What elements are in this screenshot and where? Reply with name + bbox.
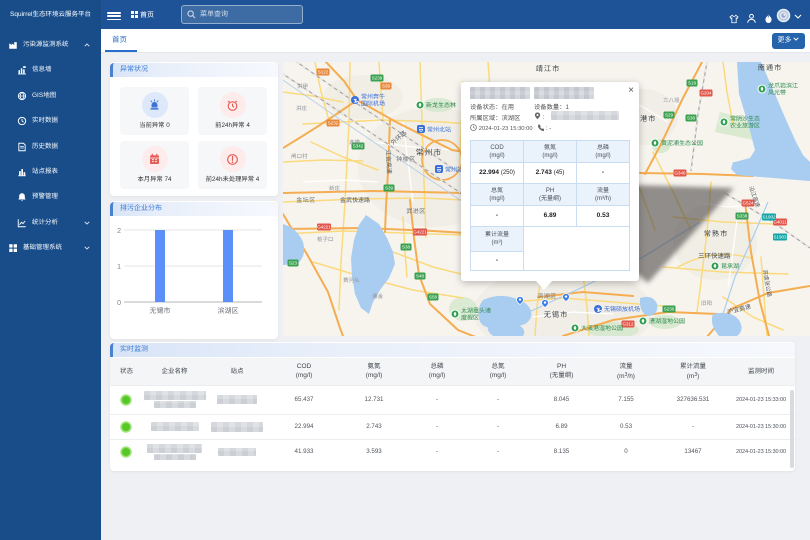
svg-text:农业旅游区: 农业旅游区 — [730, 122, 760, 130]
svg-text:钟楼区: 钟楼区 — [396, 155, 416, 163]
svg-text:三八垭: 三八垭 — [663, 97, 680, 104]
svg-text:风光带: 风光带 — [768, 89, 786, 97]
svg-text:S122: S122 — [318, 70, 329, 75]
svg-text:G4011: G4011 — [773, 220, 787, 225]
svg-text:G204: G204 — [700, 91, 712, 96]
svg-text:度假区: 度假区 — [461, 314, 479, 322]
svg-text:S232: S232 — [328, 121, 339, 126]
svg-text:太湖鼋头渚: 太湖鼋头渚 — [461, 307, 491, 315]
svg-text:漕湖湿地公园: 漕湖湿地公园 — [649, 317, 685, 325]
svg-text:旧阳: 旧阳 — [701, 300, 712, 307]
svg-text:常州北站: 常州北站 — [427, 126, 451, 134]
svg-text:S39: S39 — [382, 84, 391, 89]
svg-text:S23: S23 — [289, 261, 298, 266]
svg-text:无锡市: 无锡市 — [150, 307, 171, 315]
svg-text:G312: G312 — [622, 322, 634, 327]
svg-text:S29: S29 — [665, 113, 674, 118]
svg-text:新龙生态林: 新龙生态林 — [426, 101, 456, 109]
svg-text:南通市: 南通市 — [758, 63, 783, 72]
svg-text:无锡市: 无锡市 — [544, 310, 569, 319]
svg-text:三环快速路: 三环快速路 — [698, 252, 731, 260]
svg-text:黄河头: 黄河头 — [343, 277, 360, 284]
svg-text:常熟市: 常熟市 — [704, 229, 729, 238]
svg-text:洪庄: 洪庄 — [296, 105, 308, 112]
svg-text:1: 1 — [117, 264, 121, 271]
svg-text:S38: S38 — [402, 245, 411, 250]
svg-text:黄泥浦生态公园: 黄泥浦生态公园 — [661, 139, 703, 147]
svg-text:金武快速路: 金武快速路 — [340, 196, 370, 204]
svg-text:连墩: 连墩 — [349, 139, 361, 146]
svg-text:国际机场: 国际机场 — [361, 100, 385, 108]
svg-text:昆承湖: 昆承湖 — [721, 263, 739, 270]
svg-text:S1902: S1902 — [762, 215, 776, 220]
svg-text:洪甲: 洪甲 — [297, 83, 308, 90]
svg-text:大溪港湿地公园: 大溪港湿地公园 — [581, 324, 623, 332]
svg-text:闸口村: 闸口村 — [291, 153, 308, 160]
svg-text:S1903: S1903 — [773, 235, 787, 240]
svg-text:常州奔牛: 常州奔牛 — [361, 93, 385, 101]
svg-text:新庄: 新庄 — [329, 185, 341, 192]
svg-text:G4221: G4221 — [413, 230, 427, 235]
svg-text:S48: S48 — [416, 274, 425, 279]
svg-text:G4221: G4221 — [317, 225, 331, 230]
svg-text:靖江市: 靖江市 — [536, 64, 561, 73]
svg-text:S239: S239 — [372, 76, 383, 81]
svg-text:无锡硕放机场: 无锡硕放机场 — [604, 305, 640, 313]
svg-text:金坛区: 金坛区 — [296, 196, 316, 204]
svg-text:滨湖区: 滨湖区 — [218, 307, 239, 315]
svg-text:桩子口: 桩子口 — [317, 236, 334, 243]
svg-text:常阴沙生态: 常阴沙生态 — [730, 115, 760, 123]
svg-text:S19: S19 — [688, 81, 697, 86]
svg-text:S38: S38 — [687, 116, 696, 121]
svg-text:滨湖区: 滨湖区 — [537, 292, 557, 300]
svg-text:2: 2 — [117, 228, 121, 235]
svg-text:S338: S338 — [737, 214, 748, 219]
svg-text:0: 0 — [117, 300, 121, 307]
svg-text:S230: S230 — [664, 307, 675, 312]
svg-text:龙爪岩滨江: 龙爪岩滨江 — [768, 82, 798, 90]
svg-text:G346: G346 — [674, 171, 686, 176]
svg-text:S39: S39 — [385, 186, 394, 191]
svg-text:武进区: 武进区 — [406, 208, 426, 215]
svg-text:湘金: 湘金 — [372, 293, 384, 300]
svg-text:S58: S58 — [429, 295, 438, 300]
svg-text:常州市: 常州市 — [416, 148, 442, 157]
